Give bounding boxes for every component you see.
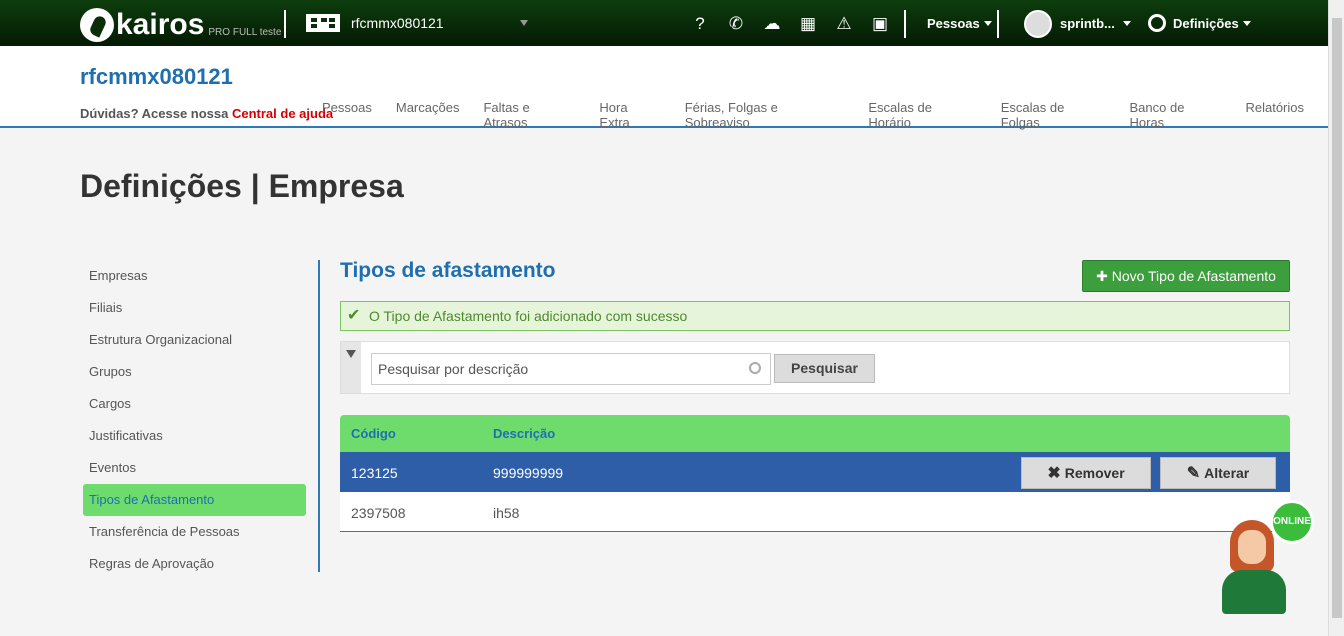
sidebar-item-regras[interactable]: Regras de Aprovação: [83, 548, 306, 580]
search-input[interactable]: [371, 353, 771, 385]
divider: [997, 10, 999, 38]
help-label: Dúvidas? Acesse nossa: [80, 106, 232, 121]
divider: [284, 10, 286, 38]
nav-item-pessoas[interactable]: Pessoas: [322, 100, 372, 130]
filter-toggle[interactable]: [341, 342, 361, 393]
column-header-description[interactable]: Descrição: [493, 426, 555, 441]
search-button[interactable]: Pesquisar: [774, 354, 875, 383]
cloud-download-icon[interactable]: ☁: [760, 12, 784, 36]
avatar[interactable]: [1024, 10, 1052, 38]
check-icon: ✔: [347, 307, 361, 324]
nav-item-ferias[interactable]: Férias, Folgas e Sobreaviso: [685, 100, 845, 130]
sidebar-item-transferencia[interactable]: Transferência de Pessoas: [83, 516, 306, 548]
absence-types-table: Código Descrição 123125 999999999 ✖ Remov…: [340, 415, 1290, 532]
kairos-logo[interactable]: kairos PRO FULL teste: [80, 4, 281, 42]
sidebar-item-eventos[interactable]: Eventos: [83, 452, 306, 484]
table-header: Código Descrição: [340, 415, 1290, 452]
calculator-icon[interactable]: ▦: [796, 12, 820, 36]
alert-text: O Tipo de Afastamento foi adicionado com…: [369, 308, 688, 324]
search-icon: [749, 362, 761, 374]
cell-description: ih58: [493, 505, 520, 521]
nav-item-relatorios[interactable]: Relatórios: [1245, 100, 1304, 130]
warning-icon[interactable]: ⚠: [832, 12, 856, 36]
chevron-down-icon: [983, 21, 992, 26]
nav-item-marcacoes[interactable]: Marcações: [396, 100, 460, 130]
online-badge: ONLINE: [1270, 500, 1314, 544]
main-nav: Pessoas Marcações Faltas e Atrasos Hora …: [322, 100, 1328, 130]
column-header-code[interactable]: Código: [351, 426, 396, 441]
logo-sub: PRO FULL teste: [208, 27, 282, 38]
remove-button[interactable]: ✖ Remover: [1021, 457, 1151, 489]
section-title: Tipos de afastamento: [340, 259, 556, 282]
online-support-widget[interactable]: ONLINE: [1216, 500, 1316, 618]
top-bar: kairos PRO FULL teste rfcmmx080121 ? ✆ ☁…: [0, 0, 1328, 46]
help-text: Dúvidas? Acesse nossa Central de ajuda: [80, 106, 333, 121]
sidebar-item-grupos[interactable]: Grupos: [83, 356, 306, 388]
scrollbar-thumb[interactable]: [1332, 18, 1342, 618]
page-title: Definições | Empresa: [80, 168, 404, 204]
scrollbar[interactable]: [1328, 0, 1344, 636]
nav-item-banco-horas[interactable]: Banco de Horas: [1130, 100, 1222, 130]
logo-mark-icon: [80, 8, 114, 42]
settings-menu-label: Definições: [1173, 16, 1239, 31]
chevron-down-icon: [1242, 21, 1251, 26]
filter-icon: [346, 350, 356, 358]
success-alert: ✔ O Tipo de Afastamento foi adicionado c…: [340, 301, 1290, 331]
company-title: rfcmmx080121: [80, 64, 233, 89]
cell-description: 999999999: [493, 465, 564, 481]
help-center-link[interactable]: Central de ajuda: [232, 106, 333, 121]
sidebar-item-tipos-afastamento[interactable]: Tipos de Afastamento: [83, 484, 306, 516]
building-icon: [306, 14, 340, 32]
agent-body: [1222, 570, 1286, 614]
settings-menu[interactable]: Definições: [1173, 16, 1251, 31]
plus-icon: ✚: [1096, 268, 1108, 284]
chevron-down-icon: [1122, 21, 1131, 26]
header: rfcmmx080121 Dúvidas? Acesse nossa Centr…: [0, 46, 1328, 130]
sidebar-item-estrutura[interactable]: Estrutura Organizacional: [83, 324, 306, 356]
new-absence-type-button[interactable]: ✚ Novo Tipo de Afastamento: [1082, 260, 1290, 292]
nav-item-escalas-folgas[interactable]: Escalas de Folgas: [1001, 100, 1106, 130]
sidebar-item-justificativas[interactable]: Justificativas: [83, 420, 306, 452]
help-icon[interactable]: ?: [688, 12, 712, 36]
gear-icon[interactable]: [1148, 14, 1166, 32]
logo-text: kairos: [116, 8, 205, 41]
nav-item-faltas[interactable]: Faltas e Atrasos: [483, 100, 575, 130]
sidebar: Empresas Filiais Estrutura Organizaciona…: [80, 260, 320, 572]
pencil-icon: ✎: [1186, 465, 1201, 482]
nav-item-hora-extra[interactable]: Hora Extra: [599, 100, 660, 130]
close-icon: ✖: [1047, 465, 1061, 482]
cell-code: 2397508: [351, 505, 406, 521]
user-menu[interactable]: sprintb...: [1060, 16, 1131, 31]
agent-face: [1238, 530, 1266, 564]
edit-button[interactable]: ✎ Alterar: [1160, 457, 1276, 489]
remove-label: Remover: [1064, 465, 1125, 481]
user-menu-label: sprintb...: [1060, 16, 1115, 31]
table-row[interactable]: 123125 999999999 ✖ Remover ✎ Alterar: [340, 452, 1290, 492]
chat-icon[interactable]: ✆: [724, 12, 748, 36]
sidebar-item-empresas[interactable]: Empresas: [83, 260, 306, 292]
divider: [904, 10, 906, 38]
nav-item-escalas-horario[interactable]: Escalas de Horário: [868, 100, 976, 130]
edit-label: Alterar: [1204, 465, 1250, 481]
table-row[interactable]: 2397508 ih58: [340, 492, 1290, 532]
cell-code: 123125: [351, 465, 398, 481]
sidebar-item-cargos[interactable]: Cargos: [83, 388, 306, 420]
company-name: rfcmmx080121: [351, 15, 444, 31]
chevron-down-icon[interactable]: [520, 20, 528, 26]
company-selector[interactable]: rfcmmx080121: [306, 14, 444, 32]
pessoas-menu-label: Pessoas: [927, 16, 980, 31]
new-absence-type-label: Novo Tipo de Afastamento: [1111, 268, 1276, 284]
search-panel: Pesquisar: [340, 341, 1290, 394]
pessoas-menu[interactable]: Pessoas: [927, 16, 992, 31]
inbox-icon[interactable]: ▣: [868, 12, 892, 36]
sidebar-item-filiais[interactable]: Filiais: [83, 292, 306, 324]
